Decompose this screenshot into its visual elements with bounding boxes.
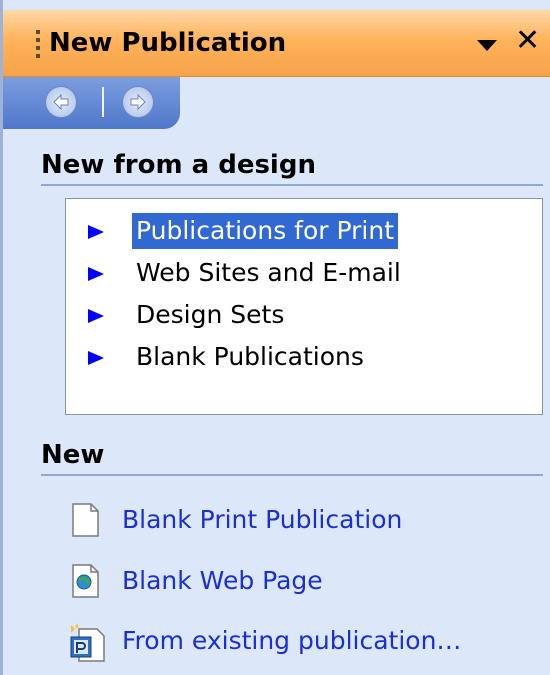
blank-print-publication-link[interactable]: Blank Print Publication [69,500,529,544]
section-divider [41,474,543,476]
list-item-label: Web Sites and E-mail [136,258,401,287]
from-existing-publication-link[interactable]: From existing publication… [69,621,529,665]
link-label: Blank Web Page [122,566,323,595]
blank-page-icon [69,502,101,542]
task-pane-title: New Publication [49,28,287,58]
list-item-label: Design Sets [136,300,285,329]
navigation-bar [3,77,180,129]
publisher-file-icon [69,623,109,667]
web-page-icon [69,563,101,603]
task-pane: New Publication ✕ New from a design Publ… [0,0,550,675]
link-label: Blank Print Publication [122,505,403,534]
forward-arrow-icon[interactable] [122,86,154,118]
triangle-bullet-icon [88,309,104,323]
close-icon[interactable]: ✕ [515,26,540,56]
list-item-design-sets[interactable]: Design Sets [66,295,536,335]
list-item-blank-publications[interactable]: Blank Publications [66,337,536,377]
nav-separator [102,87,104,117]
list-item-publications-for-print[interactable]: Publications for Print [66,211,536,251]
triangle-bullet-icon [88,225,104,239]
list-item-web-sites-and-email[interactable]: Web Sites and E-mail [66,253,536,293]
grip-icon[interactable] [36,30,40,60]
dropdown-arrow-icon[interactable] [477,40,497,51]
section-divider [41,184,543,186]
design-category-list[interactable]: Publications for Print Web Sites and E-m… [65,198,543,415]
link-label: From existing publication… [122,626,462,655]
triangle-bullet-icon [88,267,104,281]
new-from-design-heading: New from a design [41,150,316,180]
back-arrow-icon[interactable] [45,86,77,118]
list-item-label: Publications for Print [132,213,398,249]
new-heading: New [41,440,105,470]
task-pane-title-bar: New Publication ✕ [3,10,550,77]
list-item-label: Blank Publications [136,342,364,371]
triangle-bullet-icon [88,351,104,365]
blank-web-page-link[interactable]: Blank Web Page [69,561,529,605]
